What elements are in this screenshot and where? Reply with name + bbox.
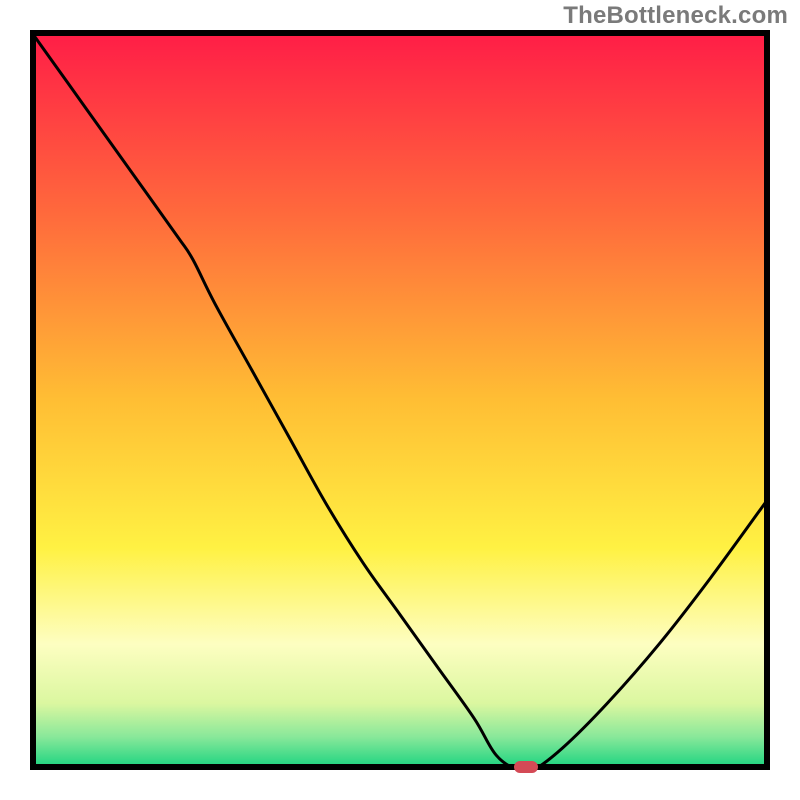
plot-area bbox=[30, 30, 770, 770]
chart-svg bbox=[30, 30, 770, 770]
watermark-text: TheBottleneck.com bbox=[563, 2, 788, 30]
optimum-marker bbox=[514, 761, 538, 773]
gradient-background bbox=[30, 30, 770, 770]
chart-root: TheBottleneck.com bbox=[0, 0, 800, 800]
